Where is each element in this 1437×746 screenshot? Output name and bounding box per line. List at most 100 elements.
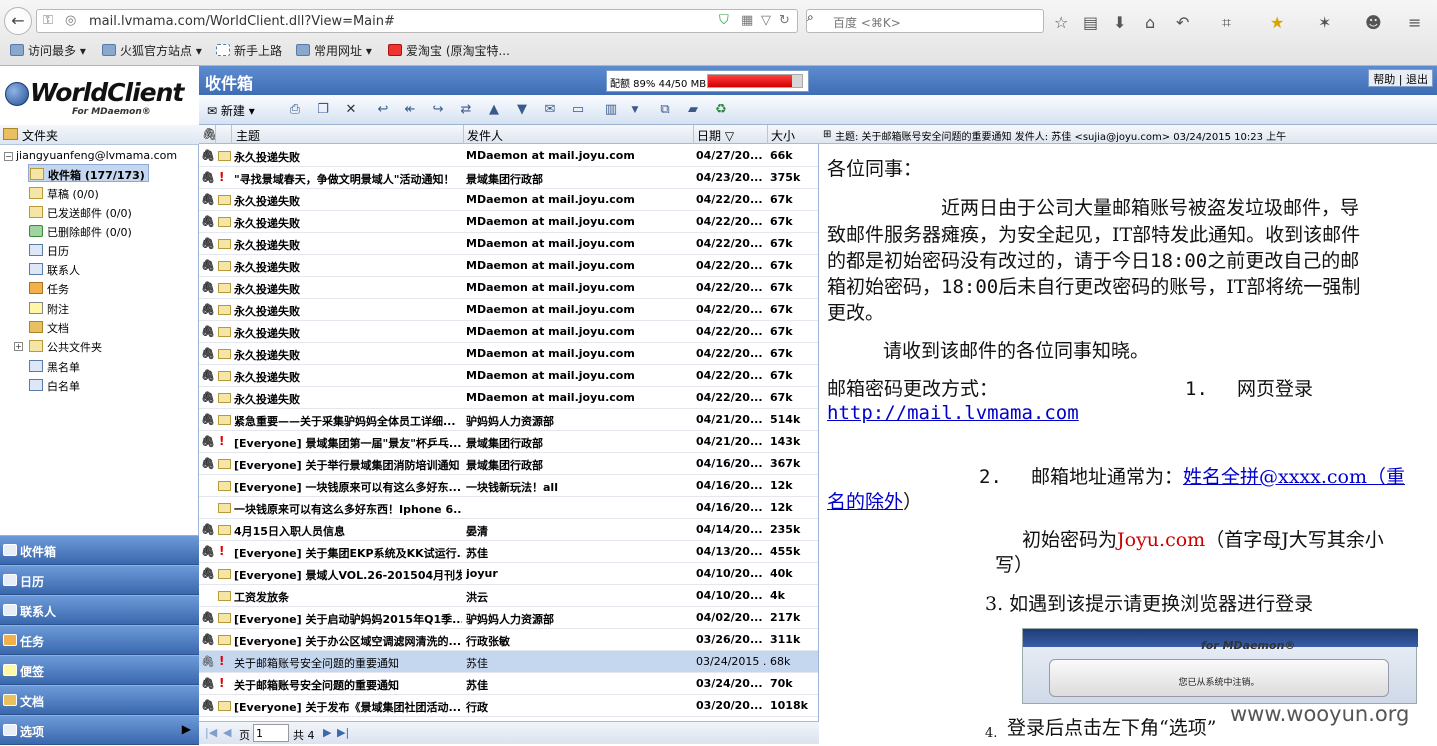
tools-icon[interactable]: ✶ bbox=[1318, 13, 1331, 32]
nav-calendar[interactable]: 日历 bbox=[0, 565, 199, 595]
bookmark-aitaobao[interactable]: 爱淘宝 (原淘宝特... bbox=[388, 42, 510, 59]
account-name[interactable]: jiangyuanfeng@lvmama.com bbox=[16, 149, 177, 162]
page-input[interactable] bbox=[253, 724, 289, 742]
table-row[interactable]: 🖇 永久投递失败 MDaemon at mail.joyu.com 04/22/20.… bbox=[199, 255, 818, 277]
new-button[interactable]: ✉ 新建 ▾ bbox=[207, 102, 255, 119]
mark-read-icon[interactable]: ✉ bbox=[542, 102, 558, 118]
webmail-link[interactable]: http://mail.lvmama.com bbox=[827, 401, 1079, 426]
undo-icon[interactable]: ↶ bbox=[1176, 13, 1189, 32]
download-icon[interactable]: ⬇ bbox=[1113, 13, 1126, 32]
nav-documents[interactable]: 文档 bbox=[0, 685, 199, 715]
reply-all-icon[interactable]: ↞ bbox=[402, 102, 418, 118]
home-icon[interactable]: ⌂ bbox=[1145, 13, 1155, 32]
table-row[interactable]: 🖇 永久投递失败 MDaemon at mail.joyu.com 04/22/20.… bbox=[199, 365, 818, 387]
reload-icon[interactable]: ↻ bbox=[779, 13, 790, 28]
expand-icon[interactable]: + bbox=[14, 342, 23, 351]
new-window-icon[interactable]: ⧉ bbox=[657, 102, 673, 118]
star-icon[interactable]: ☆ bbox=[1054, 13, 1068, 32]
shield-icon[interactable]: ⛉ bbox=[719, 13, 729, 28]
print-icon[interactable]: ⎙ bbox=[287, 102, 303, 118]
table-row[interactable]: 🖇 [Everyone] 关于办公区域空调滤网清洗的... 行政张敏 03/26/20… bbox=[199, 629, 818, 651]
table-row[interactable]: 🖇 永久投递失败 MDaemon at mail.joyu.com 04/22/20.… bbox=[199, 321, 818, 343]
table-row[interactable]: 🖇 4月15日入职人员信息 晏清 04/14/20... 235k bbox=[199, 519, 818, 541]
table-row[interactable]: 🖇 永久投递失败 MDaemon at mail.joyu.com 04/27/20.… bbox=[199, 145, 818, 167]
nav-options[interactable]: 选项 ▶ bbox=[0, 715, 199, 745]
qr-icon[interactable]: ▦ bbox=[741, 13, 753, 28]
view-source-icon[interactable]: ▭ bbox=[570, 102, 586, 118]
sidebar-item-whitelist[interactable]: 白名单 bbox=[28, 376, 83, 394]
nav-tasks[interactable]: 任务 bbox=[0, 625, 199, 655]
column-subject[interactable]: 主题 bbox=[236, 127, 260, 144]
table-row[interactable]: 🖇 永久投递失败 MDaemon at mail.joyu.com 04/22/20.… bbox=[199, 233, 818, 255]
nav-contacts[interactable]: 联系人 bbox=[0, 595, 199, 625]
bookmark-getting-started[interactable]: 新手上路 bbox=[216, 42, 282, 59]
table-row[interactable]: 🖇 [Everyone] 关于启动驴妈妈2015年Q1季... 驴妈妈人力资源部 04… bbox=[199, 607, 818, 629]
folder-icon[interactable]: ▰ bbox=[685, 102, 701, 118]
table-row[interactable]: 🖇 永久投递失败 MDaemon at mail.joyu.com 04/22/20.… bbox=[199, 343, 818, 365]
move-icon[interactable]: ⇄ bbox=[458, 102, 474, 118]
table-row[interactable]: 🖇 永久投递失败 MDaemon at mail.joyu.com 04/22/20.… bbox=[199, 387, 818, 409]
sidebar-item-sent[interactable]: 已发送邮件 (0/0) bbox=[28, 203, 135, 221]
sidebar-item-tasks[interactable]: 任务 bbox=[28, 279, 72, 297]
sidebar-item-blacklist[interactable]: 黑名单 bbox=[28, 357, 83, 375]
sidebar-item-inbox[interactable]: 收件箱 (177/173) bbox=[28, 164, 149, 182]
reply-icon[interactable]: ↩ bbox=[375, 102, 391, 118]
table-row[interactable]: 🖇 永久投递失败 MDaemon at mail.joyu.com 04/22/20.… bbox=[199, 189, 818, 211]
dropdown-icon[interactable]: ▽ bbox=[761, 13, 771, 28]
search-bar[interactable]: ⌕ 百度 <⌘K> bbox=[806, 9, 1044, 33]
table-row[interactable]: 🖇! [Everyone] 景域集团第一届"景友"杯乒乓... 景域集团行政部 04/… bbox=[199, 431, 818, 453]
column-size[interactable]: 大小 bbox=[771, 127, 795, 144]
next-page-icon[interactable]: ▶ bbox=[323, 726, 331, 739]
table-row[interactable]: 🖇! [Everyone] 关于集团EKP系统及KK试运行... 苏佳 04/13/2… bbox=[199, 541, 818, 563]
expand-header-icon[interactable]: ⊞ bbox=[823, 129, 831, 140]
table-row[interactable]: 🖇 永久投递失败 MDaemon at mail.joyu.com 04/22/20.… bbox=[199, 299, 818, 321]
emoji-icon[interactable]: ☻ bbox=[1365, 13, 1382, 32]
bookmark-most-visited[interactable]: 访问最多 ▾ bbox=[10, 42, 86, 59]
table-row[interactable]: [Everyone] 一块钱原来可以有这么多好东... 一块钱新玩法！all 04/… bbox=[199, 475, 818, 497]
sidebar-item-notes[interactable]: 附注 bbox=[28, 299, 72, 317]
table-row[interactable]: 🖇! 关于邮箱账号安全问题的重要通知 苏佳 03/24/2015 ... 68k bbox=[199, 651, 818, 673]
last-page-icon[interactable]: ▶| bbox=[337, 726, 349, 739]
sidebar-item-public-folders[interactable]: 公共文件夹 bbox=[28, 337, 105, 355]
empty-trash-icon[interactable]: ♻ bbox=[713, 102, 729, 118]
forward-icon[interactable]: ↪ bbox=[430, 102, 446, 118]
table-row[interactable]: 🖇 [Everyone] 关于发布《景域集团社团活动... 行政 03/20/20..… bbox=[199, 695, 818, 717]
bookmark-firefox[interactable]: 火狐官方站点 ▾ bbox=[102, 42, 202, 59]
bookmark-common-sites[interactable]: 常用网址 ▾ bbox=[296, 42, 372, 59]
layout-dropdown-icon[interactable]: ▼ bbox=[627, 102, 643, 118]
favorites-icon[interactable]: ★ bbox=[1270, 13, 1284, 32]
sidebar-item-deleted[interactable]: 已删除邮件 (0/0) bbox=[28, 222, 135, 240]
table-row[interactable]: 🖇! 关于邮箱账号安全问题的重要通知 苏佳 03/24/20... 70k bbox=[199, 673, 818, 695]
table-row[interactable]: 🖇 [Everyone] 关于举行景域集团消防培训通知 景域集团行政部 04/16/2… bbox=[199, 453, 818, 475]
table-row[interactable]: 工资发放条 洪云 04/10/20... 4k bbox=[199, 585, 818, 607]
nav-notes[interactable]: 便签 bbox=[0, 655, 199, 685]
column-from[interactable]: 发件人 bbox=[467, 127, 503, 144]
first-page-icon[interactable]: |◀ bbox=[205, 726, 217, 739]
nav-inbox[interactable]: 收件箱 bbox=[0, 535, 199, 565]
menu-icon[interactable]: ≡ bbox=[1408, 13, 1421, 32]
table-row[interactable]: 🖇 紧急重要——关于采集驴妈妈全体员工详细... 驴妈妈人力资源部 04/21/20.… bbox=[199, 409, 818, 431]
sidebar-item-documents[interactable]: 文档 bbox=[28, 318, 72, 336]
previous-icon[interactable]: ▲ bbox=[486, 102, 502, 118]
sidebar-item-calendar[interactable]: 日历 bbox=[28, 241, 72, 259]
collapse-icon[interactable]: − bbox=[4, 152, 13, 161]
email-format-link[interactable]: 名的除外 bbox=[827, 491, 903, 513]
column-date[interactable]: 日期 ▽ bbox=[697, 127, 734, 144]
delete-icon[interactable]: ✕ bbox=[343, 102, 359, 118]
prev-page-icon[interactable]: ◀ bbox=[223, 726, 231, 739]
copy-icon[interactable]: ❐ bbox=[315, 102, 331, 118]
table-row[interactable]: 🖇 [Everyone] 景域人VOL.26-201504月刊发... joyur 0… bbox=[199, 563, 818, 585]
table-row[interactable]: 一块钱原来可以有这么多好东西！Iphone 6... 04/16/20... 12k bbox=[199, 497, 818, 519]
back-button[interactable]: ← bbox=[4, 7, 32, 35]
table-row[interactable]: 🖇 永久投递失败 MDaemon at mail.joyu.com 04/22/20.… bbox=[199, 277, 818, 299]
crop-icon[interactable]: ⌗ bbox=[1222, 13, 1231, 33]
next-icon[interactable]: ▼ bbox=[514, 102, 530, 118]
address-bar[interactable]: ⚿ ◎ mail.lvmama.com/WorldClient.dll?View… bbox=[36, 9, 798, 33]
layout-icon[interactable]: ▥ bbox=[603, 102, 619, 118]
sidebar-item-drafts[interactable]: 草稿 (0/0) bbox=[28, 184, 102, 202]
help-logout-links[interactable]: 帮助 | 退出 bbox=[1368, 69, 1433, 87]
table-row[interactable]: 🖇! "寻找景域春天，争做文明景域人"活动通知！ 景域集团行政部 04/23/20..… bbox=[199, 167, 818, 189]
email-format-link[interactable]: 姓名全拼@xxxx.com（重 bbox=[1183, 466, 1405, 488]
reading-list-icon[interactable]: ▤ bbox=[1083, 13, 1098, 32]
table-row[interactable]: 🖇 永久投递失败 MDaemon at mail.joyu.com 04/22/20.… bbox=[199, 211, 818, 233]
